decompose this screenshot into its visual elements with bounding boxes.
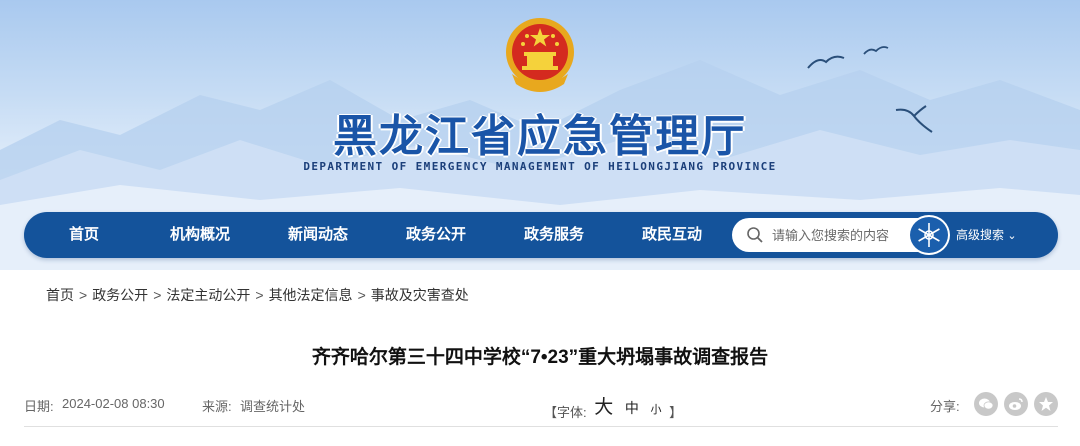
breadcrumb-other-statutory-info[interactable]: 其他法定信息 — [269, 287, 353, 303]
bird-icon — [863, 46, 889, 55]
article-title: 齐齐哈尔第三十四中学校“7•23”重大坍塌事故调查报告 — [311, 347, 769, 368]
snowflake-icon — [918, 223, 940, 247]
date-label: 日期: — [24, 399, 54, 414]
breadcrumb-separator: > — [357, 287, 366, 303]
share-weibo-button[interactable] — [1004, 392, 1028, 416]
meta-divider — [24, 426, 1058, 427]
breadcrumb: 首页 > 政务公开 > 法定主动公开 > 其他法定信息 > 事故及灾害查处 — [46, 285, 469, 305]
publish-date: 2024-02-08 08:30 — [62, 396, 165, 411]
nav-item-services[interactable]: 政务服务 — [504, 212, 604, 258]
nav-item-news[interactable]: 新闻动态 — [268, 212, 368, 258]
font-small-button[interactable]: 小 — [651, 404, 662, 416]
nav-item-organization[interactable]: 机构概况 — [150, 212, 250, 258]
breadcrumb-separator: > — [255, 287, 264, 303]
bird-icon — [895, 105, 933, 133]
article-meta: 日期: 2024-02-08 08:30 来源: 调查统计处 【字体: 大 中 … — [24, 392, 1058, 420]
share-label: 分享: — [930, 399, 960, 414]
nav-item-government-affairs[interactable]: 政务公开 — [386, 212, 486, 258]
font-medium-button[interactable]: 中 — [625, 400, 639, 416]
source-value: 调查统计处 — [240, 399, 306, 414]
search-icon — [747, 227, 763, 243]
main-nav: 首页 机构概况 新闻动态 政务公开 政务服务 政民互动 高级搜索 ⌄ — [24, 212, 1058, 258]
wechat-icon — [979, 398, 994, 410]
nav-item-home[interactable]: 首页 — [34, 212, 134, 258]
advanced-search-label: 高级搜索 — [956, 228, 1005, 242]
star-icon — [1039, 397, 1053, 411]
breadcrumb-separator: > — [153, 287, 162, 303]
bird-icon — [807, 55, 845, 69]
weibo-icon — [1009, 398, 1023, 410]
share-wechat-button[interactable] — [974, 392, 998, 416]
source-label: 来源: — [202, 399, 232, 414]
search-input[interactable] — [772, 218, 922, 252]
advanced-search-link[interactable]: 高级搜索 ⌄ — [956, 212, 1017, 258]
font-size-control: 【字体: 大 中 小 】 — [544, 392, 683, 420]
breadcrumb-accident-investigation[interactable]: 事故及灾害查处 — [371, 287, 469, 303]
chevron-down-icon: ⌄ — [1007, 230, 1017, 242]
national-emblem-icon — [506, 18, 574, 92]
breadcrumb-separator: > — [79, 287, 88, 303]
breadcrumb-government-affairs[interactable]: 政务公开 — [92, 287, 148, 303]
font-label-close: 】 — [669, 405, 683, 420]
share-favorite-button[interactable] — [1034, 392, 1058, 416]
search-button[interactable] — [908, 215, 950, 255]
nav-item-interaction[interactable]: 政民互动 — [622, 212, 722, 258]
font-label: 【字体: — [544, 405, 587, 420]
font-large-button[interactable]: 大 — [594, 397, 613, 418]
site-subtitle: DEPARTMENT OF EMERGENCY MANAGEMENT OF HE… — [303, 160, 777, 173]
breadcrumb-home[interactable]: 首页 — [46, 287, 74, 303]
breadcrumb-statutory-disclosure[interactable]: 法定主动公开 — [166, 287, 250, 303]
